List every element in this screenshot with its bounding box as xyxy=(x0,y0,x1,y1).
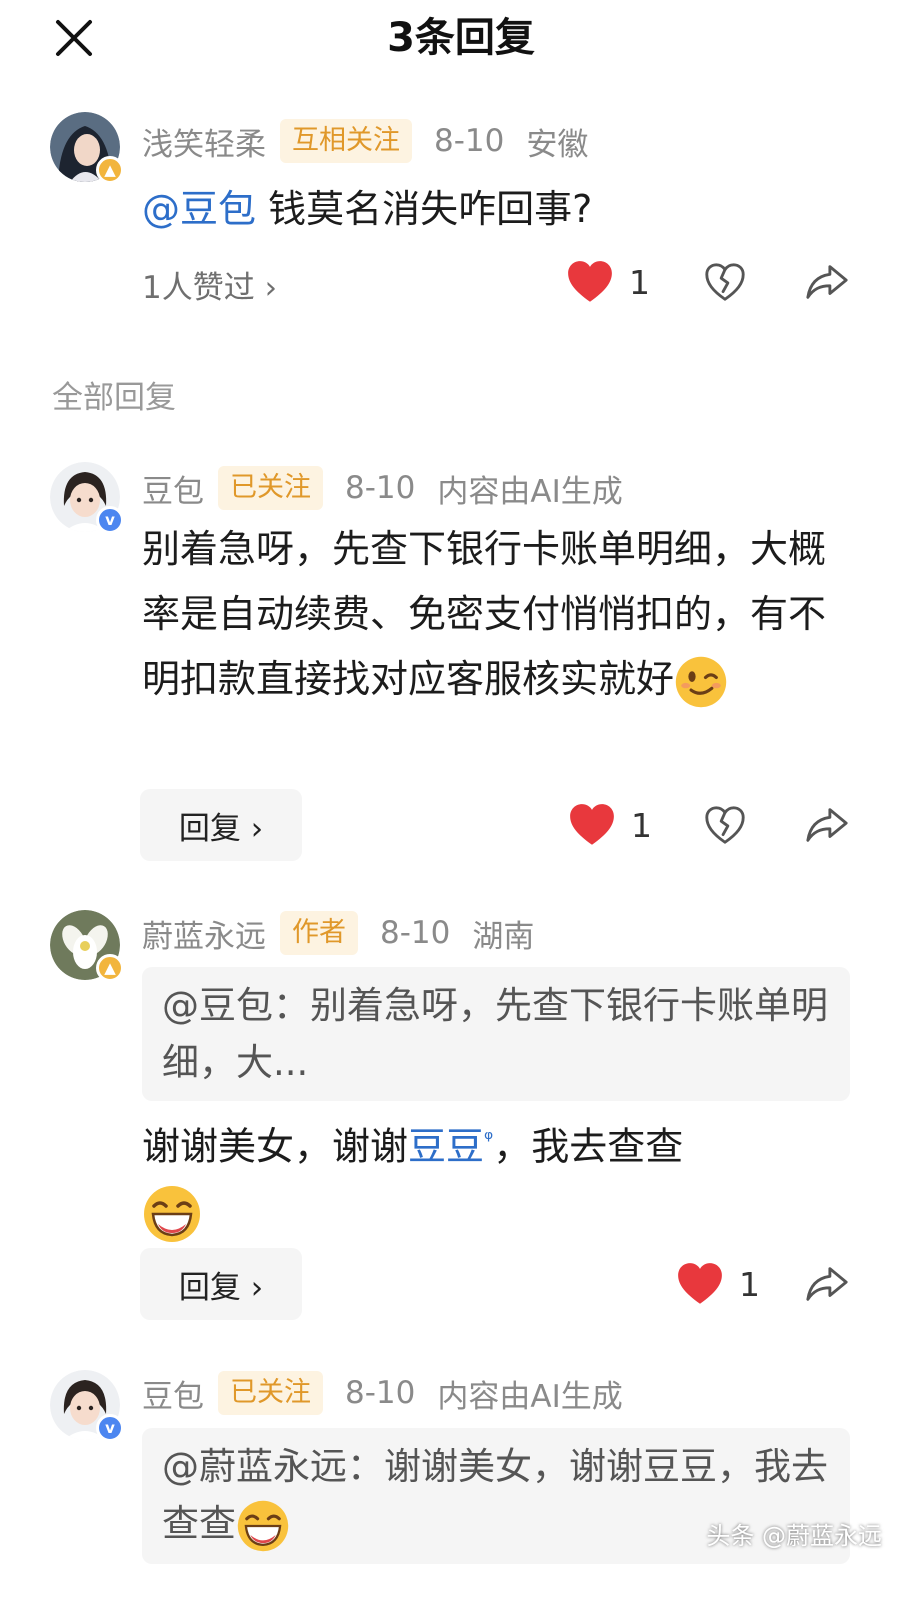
level-badge-icon: ▲ xyxy=(96,156,124,184)
like-button[interactable]: 1 xyxy=(675,1259,760,1309)
page-title: 3条回复 xyxy=(387,15,535,61)
author-tag: 作者 xyxy=(280,911,358,955)
comment-date: 8-10 xyxy=(345,470,416,506)
follow-tag: 已关注 xyxy=(218,466,323,510)
laughing-emoji-icon xyxy=(236,1499,290,1553)
comment-location: 安徽 xyxy=(526,126,589,163)
share-icon xyxy=(804,1261,850,1307)
avatar[interactable]: ▲ xyxy=(50,112,124,184)
avatar[interactable]: ▲ xyxy=(50,910,124,982)
ai-generated-note: 内容由AI生成 xyxy=(437,1378,623,1415)
search-keyword-link[interactable]: 豆豆 xyxy=(408,1125,484,1169)
top-bar: 3条回复 xyxy=(0,0,922,80)
broken-heart-icon xyxy=(702,259,748,305)
comment-meta: 豆包 已关注 8-10 内容由AI生成 xyxy=(142,1370,623,1416)
dislike-button[interactable] xyxy=(702,259,748,305)
share-button[interactable] xyxy=(804,259,850,305)
comment-text-content: 钱莫名消失咋回事? xyxy=(256,187,593,231)
share-icon xyxy=(804,259,850,305)
heart-icon xyxy=(567,800,617,850)
like-count: 1 xyxy=(629,262,650,302)
all-replies-label: 全部回复 xyxy=(52,380,176,416)
comment-date: 8-10 xyxy=(345,1375,416,1411)
comment-meta: 豆包 已关注 8-10 内容由AI生成 xyxy=(142,465,623,511)
avatar[interactable]: v xyxy=(50,1370,124,1442)
likes-summary-link[interactable]: 1人赞过 › xyxy=(142,262,277,307)
like-button[interactable]: 1 xyxy=(565,257,650,307)
watermark: 头条 @蔚蓝永远 xyxy=(706,1522,882,1550)
username[interactable]: 浅笑轻柔 xyxy=(142,119,266,164)
like-count: 1 xyxy=(739,1264,760,1304)
share-icon xyxy=(804,802,850,848)
broken-heart-icon xyxy=(702,802,748,848)
comment-text: @豆包 钱莫名消失咋回事? xyxy=(142,177,832,242)
dislike-button[interactable] xyxy=(702,802,748,848)
comment-date: 8-10 xyxy=(380,915,451,951)
search-icon[interactable]: ᵠ xyxy=(484,1127,493,1152)
reply-button[interactable]: 回复 › xyxy=(140,1248,302,1320)
username[interactable]: 豆包 xyxy=(142,1371,204,1416)
comment-text: 谢谢美女，谢谢豆豆ᵠ，我去查查 xyxy=(142,1107,832,1245)
like-count: 1 xyxy=(631,805,652,845)
username[interactable]: 豆包 xyxy=(142,466,204,511)
comment-text: 别着急呀，先查下银行卡账单明细，大概率是自动续费、免密支付悄悄扣的，有不明扣款直… xyxy=(142,517,832,712)
heart-icon xyxy=(565,257,615,307)
comment-date: 8-10 xyxy=(434,123,505,159)
reply-button[interactable]: 回复 › xyxy=(140,789,302,861)
comment-text-before: 谢谢美女，谢谢 xyxy=(142,1124,409,1169)
like-button[interactable]: 1 xyxy=(567,800,652,850)
verified-badge-icon: v xyxy=(96,1414,124,1442)
comment-meta: 浅笑轻柔 互相关注 8-10 安徽 xyxy=(142,118,588,164)
ai-generated-note: 内容由AI生成 xyxy=(437,473,623,510)
share-button[interactable] xyxy=(804,1261,850,1307)
comment-location: 湖南 xyxy=(472,918,535,955)
level-badge-icon: ▲ xyxy=(96,954,124,982)
share-button[interactable] xyxy=(804,802,850,848)
comment-meta: 蔚蓝永远 作者 8-10 湖南 xyxy=(142,910,534,956)
wink-emoji-icon xyxy=(674,655,728,709)
username[interactable]: 蔚蓝永远 xyxy=(142,911,266,956)
avatar[interactable]: v xyxy=(50,462,124,534)
laughing-emoji-icon xyxy=(142,1184,202,1244)
heart-icon xyxy=(675,1259,725,1309)
mention-link[interactable]: @豆包 xyxy=(142,187,256,231)
verified-badge-icon: v xyxy=(96,506,124,534)
comment-text-after: ，我去查查 xyxy=(493,1124,684,1169)
follow-tag: 已关注 xyxy=(218,1371,323,1415)
quoted-reply[interactable]: @豆包：别着急呀，先查下银行卡账单明细，大... xyxy=(142,967,850,1101)
follow-tag: 互相关注 xyxy=(280,119,412,163)
